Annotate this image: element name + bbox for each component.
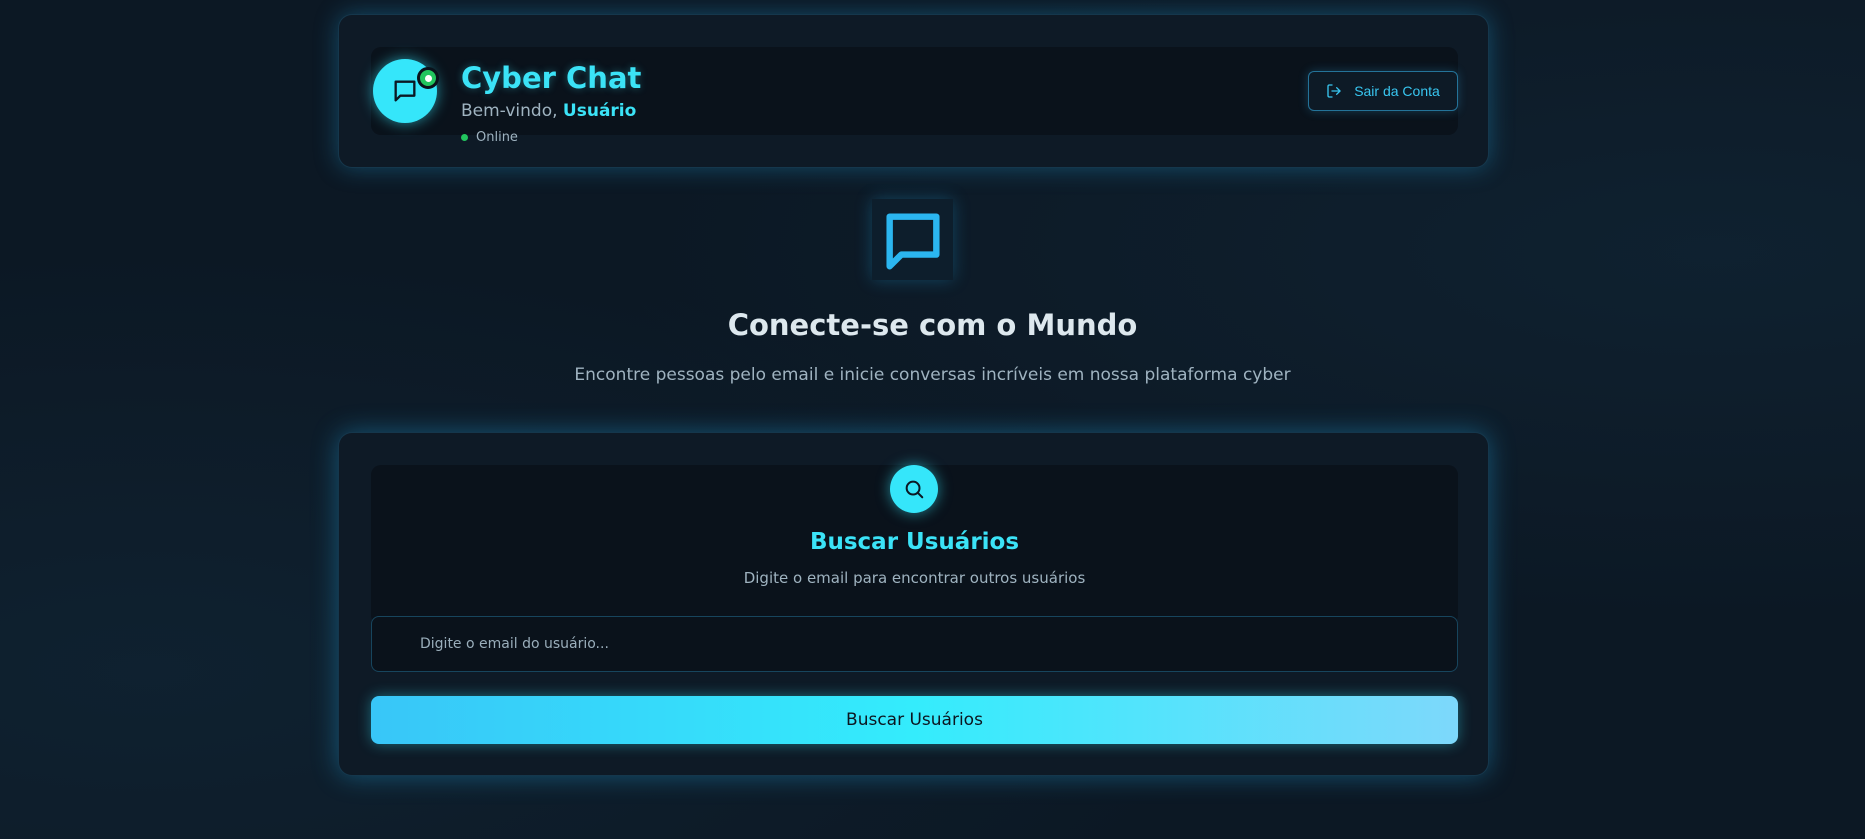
app-title: Cyber Chat (461, 61, 642, 95)
logout-label: Sair da Conta (1354, 83, 1440, 99)
hero-title: Conecte-se com o Mundo (727, 308, 1138, 342)
online-status-dot (417, 67, 439, 89)
email-search-input[interactable] (371, 616, 1458, 672)
welcome-text: Bem-vindo, Usuário (461, 101, 636, 121)
online-status: Online (461, 130, 518, 145)
logout-button[interactable]: Sair da Conta (1308, 71, 1458, 111)
welcome-prefix: Bem-vindo, (461, 101, 563, 121)
user-name: Usuário (562, 101, 637, 121)
header-bar: Cyber Chat Bem-vindo, Usuário Online Sai… (371, 47, 1458, 145)
header-card: Cyber Chat Bem-vindo, Usuário Online Sai… (338, 14, 1489, 168)
search-icon (890, 465, 938, 513)
chat-bubble-icon (872, 199, 953, 280)
search-subtitle: Digite o email para encontrar outros usu… (743, 569, 1086, 587)
chat-bubble-icon (394, 80, 416, 102)
search-title: Buscar Usuários (809, 529, 1020, 555)
avatar (373, 59, 439, 123)
search-card: Buscar Usuários Digite o email para enco… (338, 432, 1489, 776)
online-label: Online (476, 130, 518, 145)
search-users-button[interactable]: Buscar Usuários (371, 696, 1458, 744)
online-dot-icon (461, 134, 468, 141)
logout-icon (1327, 84, 1341, 98)
hero-subtitle: Encontre pessoas pelo email e inicie con… (574, 365, 1291, 385)
search-header: Buscar Usuários Digite o email para enco… (371, 465, 1458, 625)
